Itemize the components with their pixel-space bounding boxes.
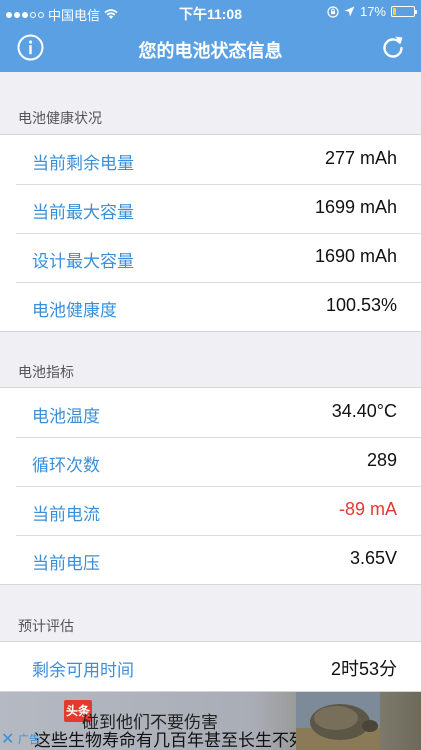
row-label: 设计最大容量	[32, 252, 134, 271]
list-item: 循环次数 289	[0, 437, 421, 486]
section-header-battery-health: 电池健康状况	[18, 110, 102, 126]
battery-health-group: 当前剩余电量 277 mAh 当前最大容量 1699 mAh 设计最大容量 16…	[0, 134, 421, 332]
row-label: 当前电流	[32, 505, 100, 524]
row-label: 当前最大容量	[32, 203, 134, 222]
section-header-battery-metrics: 电池指标	[18, 364, 74, 380]
list-item: 电池温度 34.40°C	[0, 388, 421, 437]
estimate-group: 剩余可用时间 2时53分	[0, 641, 421, 692]
status-right: 17%	[327, 4, 417, 19]
row-label: 电池健康度	[32, 301, 117, 320]
list-item: 当前剩余电量 277 mAh	[0, 135, 421, 184]
row-value: 277 mAh	[324, 148, 397, 168]
battery-percent: 17%	[359, 4, 386, 19]
row-label: 循环次数	[32, 456, 100, 475]
battery-metrics-group: 电池温度 34.40°C 循环次数 289 当前电流 -89 mA 当前电压 3…	[0, 387, 421, 585]
list-item: 设计最大容量 1690 mAh	[0, 233, 421, 282]
status-bar: 中国电信 下午11:08 17%	[0, 0, 421, 24]
row-label: 剩余可用时间	[32, 661, 134, 680]
refresh-button[interactable]	[379, 33, 407, 61]
list-item: 电池健康度 100.53%	[0, 282, 421, 331]
rotation-lock-icon	[327, 5, 339, 18]
list-item: 当前电压 3.65V	[0, 535, 421, 584]
row-value: 34.40°C	[331, 401, 397, 421]
section-header-estimate: 预计评估	[18, 618, 74, 634]
list-item: 当前电流 -89 mA	[0, 486, 421, 535]
ad-close-icon[interactable]: ✕	[1, 732, 17, 748]
row-value: 1699 mAh	[314, 197, 397, 217]
row-label: 电池温度	[32, 407, 100, 426]
list-item: 当前最大容量 1699 mAh	[0, 184, 421, 233]
battery-icon	[391, 6, 417, 17]
row-value: 3.65V	[349, 548, 397, 568]
row-value: 2时53分	[330, 659, 397, 679]
navigation-bar: 您的电池状态信息	[0, 24, 421, 72]
row-label: 当前电压	[32, 554, 100, 573]
location-icon	[344, 6, 355, 17]
ad-subline: 这些生物寿命有几百年甚至长生不死	[34, 731, 306, 750]
row-value: 100.53%	[325, 295, 397, 315]
ad-banner[interactable]: 头条 碰到他们不要伤害 这些生物寿命有几百年甚至长生不死 ✕ 广告	[0, 692, 421, 750]
row-value: 1690 mAh	[314, 246, 397, 266]
row-value: 289	[366, 450, 397, 470]
row-label: 当前剩余电量	[32, 154, 134, 173]
page-title: 您的电池状态信息	[138, 41, 283, 61]
ad-image	[296, 692, 380, 750]
ad-tag: 广告	[18, 734, 40, 746]
list-item: 剩余可用时间 2时53分	[0, 642, 421, 691]
refresh-icon	[383, 36, 403, 58]
current-value-negative: -89 mA	[338, 499, 397, 519]
